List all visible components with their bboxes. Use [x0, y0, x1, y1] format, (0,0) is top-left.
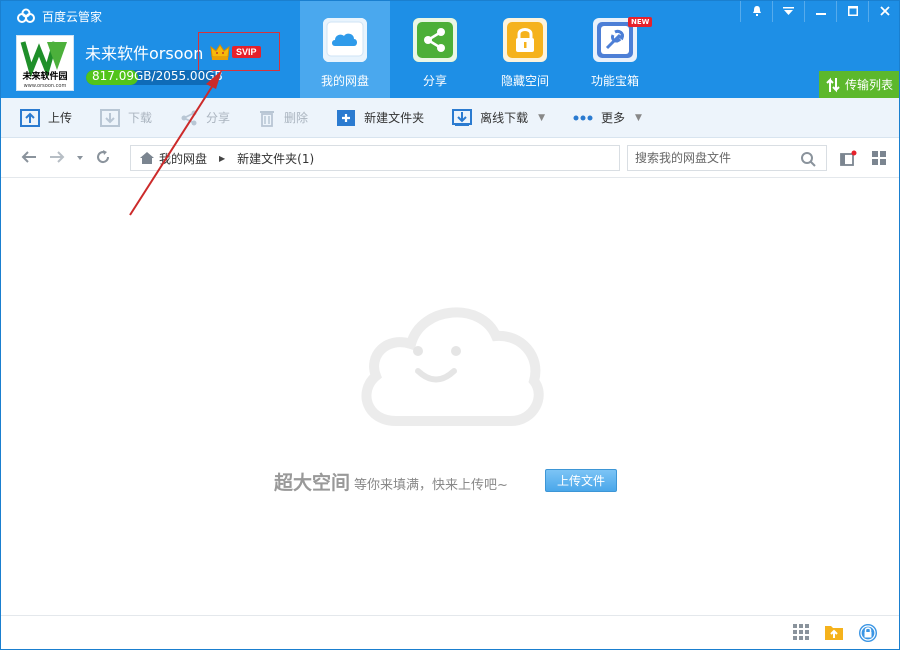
history-dropdown-icon[interactable]	[76, 149, 84, 165]
home-icon[interactable]	[139, 151, 155, 165]
delete-button[interactable]: 删除	[258, 98, 308, 138]
maximize-icon[interactable]	[836, 0, 868, 22]
nav-toolbox[interactable]: NEW 功能宝箱	[570, 0, 660, 98]
nav-label: 功能宝箱	[590, 74, 639, 88]
nav-label: 隐藏空间	[500, 74, 549, 88]
grid-view-icon[interactable]	[871, 150, 887, 166]
share-label: 分享	[206, 111, 231, 125]
new-folder-icon	[337, 109, 356, 126]
quota-used: 817.09GB	[92, 69, 152, 83]
close-icon[interactable]	[868, 0, 900, 22]
upload-button[interactable]: 上传	[20, 98, 72, 138]
download-button[interactable]: 下载	[100, 98, 152, 138]
new-folder-button[interactable]: 新建文件夹	[336, 98, 424, 138]
menu-dropdown-icon[interactable]	[772, 0, 804, 22]
file-list-area: 超大空间 等你来填满，快来上传吧~ 上传文件	[0, 178, 900, 615]
username[interactable]: 未来软件orsoon	[85, 40, 203, 64]
new-folder-label: 新建文件夹	[364, 111, 425, 125]
transfer-arrows-icon	[826, 77, 840, 92]
cloud-drive-icon	[323, 18, 367, 62]
lock-icon	[503, 18, 547, 62]
search-icon[interactable]	[800, 151, 816, 167]
transfer-list-button[interactable]: 传输列表	[819, 71, 900, 98]
status-bar	[0, 615, 900, 650]
download-icon	[100, 108, 121, 127]
breadcrumb[interactable]: 我的网盘 ▶ 新建文件夹(1)	[130, 145, 620, 171]
trash-icon	[260, 110, 275, 127]
avatar[interactable]: 未来软件园 www.orsoon.com	[16, 35, 74, 91]
main-nav: 我的网盘 分享 隐藏空间 NEW 功能宝箱	[300, 0, 660, 98]
crown-icon	[210, 44, 230, 60]
offline-download-label: 离线下载	[480, 111, 529, 125]
svip-badge[interactable]: SVIP	[210, 43, 261, 61]
more-label: 更多	[601, 111, 626, 125]
upload-icon	[20, 108, 40, 127]
status-icons	[778, 623, 878, 643]
transfer-label: 传输列表	[844, 78, 893, 92]
forward-arrow-icon[interactable]	[48, 149, 66, 165]
nav-my-drive[interactable]: 我的网盘	[300, 0, 390, 98]
address-bar: 我的网盘 ▶ 新建文件夹(1)	[0, 138, 900, 178]
chevron-down-icon[interactable]: ▼	[538, 113, 545, 123]
baidu-cloud-logo-icon	[17, 8, 35, 23]
empty-cloud-icon	[361, 307, 544, 426]
more-dots-icon	[573, 115, 593, 120]
quota-total: /2055.00GB	[151, 69, 223, 83]
empty-big-text: 超大空间	[274, 472, 351, 494]
nav-label: 分享	[422, 74, 447, 88]
share-icon	[413, 18, 457, 62]
breadcrumb-separator-icon: ▶	[219, 153, 226, 163]
upload-folder-icon[interactable]	[824, 623, 844, 641]
share-toolbar-icon	[181, 110, 197, 125]
history-nav	[20, 148, 122, 166]
refresh-icon[interactable]	[94, 148, 112, 166]
offline-download-icon	[452, 108, 473, 126]
quota-text: 817.09GB/2055.00GB	[92, 69, 223, 83]
upload-label: 上传	[48, 111, 73, 125]
search-box	[627, 145, 827, 171]
upload-file-button[interactable]: 上传文件	[545, 469, 617, 492]
svip-label: SVIP	[232, 46, 261, 58]
nav-label: 我的网盘	[320, 74, 369, 88]
app-title: 百度云管家	[16, 6, 102, 26]
toolbar: 上传 下载 分享 删除 新建文件夹 离线下载 ▼ 更多 ▼	[0, 98, 900, 138]
empty-small-text: 等你来填满，快来上传吧~	[354, 478, 508, 493]
avatar-text-line1: 未来软件园	[21, 70, 67, 82]
avatar-logo-icon: 未来软件园 www.orsoon.com	[20, 41, 68, 89]
download-label: 下载	[128, 111, 153, 125]
view-toggle	[840, 150, 900, 166]
share-button[interactable]: 分享	[180, 98, 230, 138]
notification-bell-icon[interactable]	[740, 0, 772, 22]
grid-apps-icon[interactable]	[792, 623, 810, 641]
breadcrumb-root[interactable]: 我的网盘	[159, 150, 207, 167]
security-lock-icon[interactable]	[858, 623, 878, 643]
list-view-icon[interactable]	[840, 150, 857, 166]
back-arrow-icon[interactable]	[20, 149, 38, 165]
nav-hidden-space[interactable]: 隐藏空间	[480, 0, 570, 98]
new-badge: NEW	[628, 17, 653, 27]
avatar-text-line2: www.orsoon.com	[24, 83, 67, 89]
window-controls	[740, 0, 900, 22]
nav-share[interactable]: 分享	[390, 0, 480, 98]
empty-message: 超大空间 等你来填满，快来上传吧~	[274, 468, 508, 495]
header-bar: 百度云管家 未来软件园 www.orsoon.com 未来软件orsoon SV…	[0, 0, 900, 98]
more-button[interactable]: 更多 ▼	[573, 98, 642, 138]
minimize-icon[interactable]	[804, 0, 836, 22]
breadcrumb-current[interactable]: 新建文件夹(1)	[237, 150, 314, 167]
chevron-down-icon[interactable]: ▼	[635, 113, 642, 123]
search-input[interactable]	[635, 151, 795, 165]
app-title-text: 百度云管家	[42, 9, 103, 24]
offline-download-button[interactable]: 离线下载 ▼	[452, 98, 545, 138]
delete-label: 删除	[284, 111, 309, 125]
